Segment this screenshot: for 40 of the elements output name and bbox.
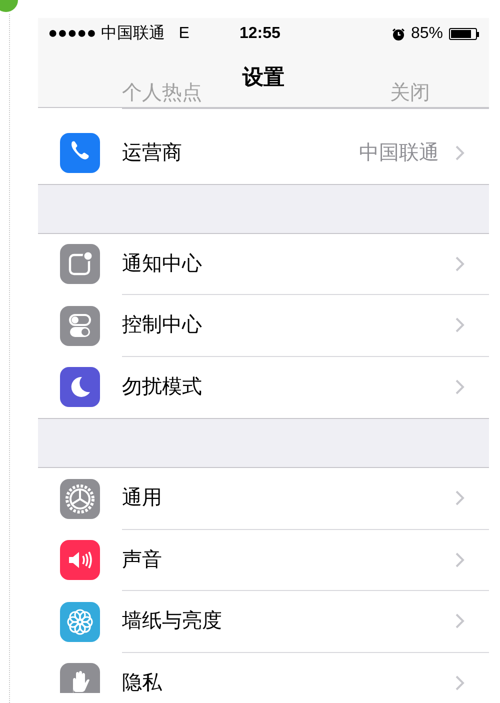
settings-row[interactable]: 声音 xyxy=(38,530,489,591)
row-label: 通知中心 xyxy=(122,252,202,277)
settings-row[interactable]: 勿扰模式 xyxy=(38,356,489,418)
moon-icon xyxy=(60,367,100,408)
page-title: 设置 xyxy=(242,65,284,91)
chevron-icon xyxy=(455,552,465,568)
row-label: 声音 xyxy=(122,548,162,573)
row-label: 控制中心 xyxy=(122,313,202,338)
battery-percent: 85% xyxy=(410,24,443,44)
phone-icon xyxy=(60,132,100,173)
chevron-icon xyxy=(455,379,465,396)
settings-row[interactable]: 控制中心 xyxy=(38,295,489,356)
notification-icon xyxy=(60,244,100,284)
settings-row[interactable]: 通用 xyxy=(38,468,489,530)
chevron-icon xyxy=(455,144,465,161)
settings-row[interactable]: 通知中心 xyxy=(38,234,489,295)
row-label: 墙纸与亮度 xyxy=(122,609,222,634)
settings-row[interactable]: 运营商 中国联通 xyxy=(38,122,489,184)
alarm-clock-icon xyxy=(392,28,405,40)
hotspot-value: 关闭 xyxy=(390,81,430,106)
carrier-signal: ●●●●● 中国联通 xyxy=(48,24,165,44)
speaker-icon xyxy=(60,540,100,580)
row-label: 隐私 xyxy=(122,671,162,693)
chevron-icon xyxy=(455,613,465,630)
row-label: 运营商 xyxy=(122,140,182,166)
chevron-icon xyxy=(455,256,465,272)
row-label: 通用 xyxy=(122,486,162,512)
toggle-switches-icon xyxy=(60,306,100,346)
flower-icon xyxy=(60,602,100,642)
status-time: 12:55 xyxy=(239,24,280,44)
battery-icon xyxy=(449,28,479,40)
row-value: 中国联通 xyxy=(359,140,439,166)
hotspot-label: 个人热点 xyxy=(122,81,202,106)
chevron-icon xyxy=(455,490,465,506)
settings-row[interactable]: 墙纸与亮度 xyxy=(38,591,489,652)
network-type: E xyxy=(178,24,190,44)
settings-row[interactable]: 隐私 xyxy=(38,652,489,693)
row-label: 勿扰模式 xyxy=(122,375,202,400)
chevron-icon xyxy=(455,317,465,334)
gear-icon xyxy=(60,478,100,519)
